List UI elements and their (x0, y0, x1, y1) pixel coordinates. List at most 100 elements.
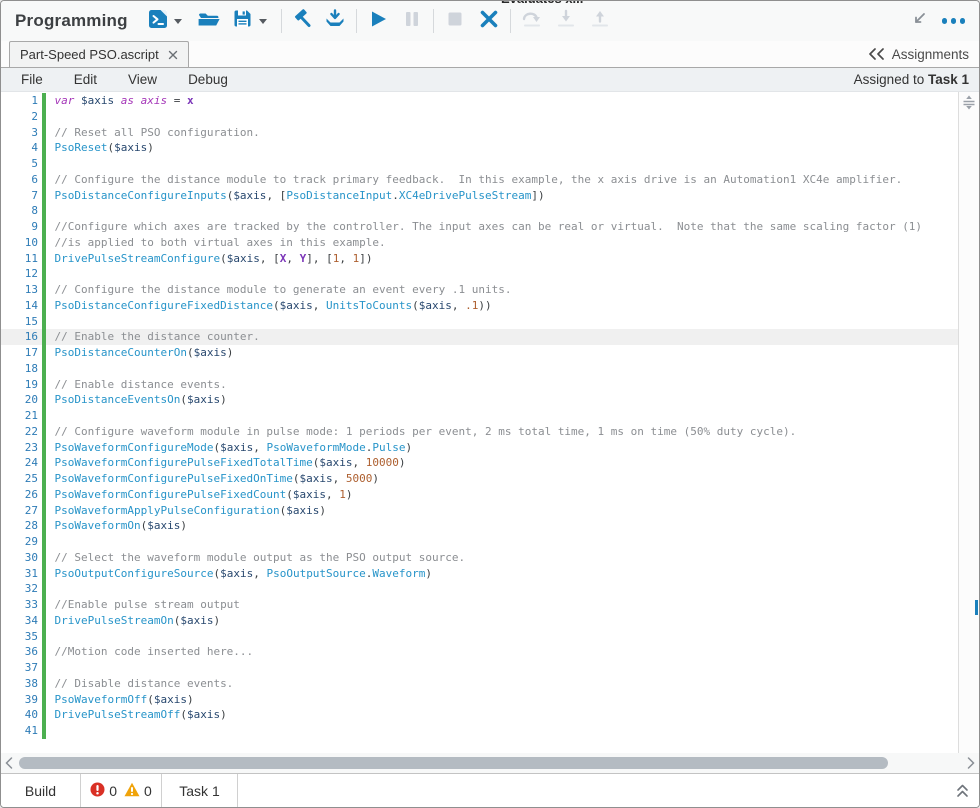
line-number[interactable]: 9 (1, 219, 42, 235)
line-number[interactable]: 23 (1, 440, 42, 456)
new-script-dropdown[interactable] (172, 6, 185, 36)
line-number[interactable]: 33 (1, 597, 42, 613)
code-line-4[interactable]: 4PsoReset($axis) (1, 140, 958, 156)
line-number[interactable]: 27 (1, 503, 42, 519)
code-line-35[interactable]: 35 (1, 629, 958, 645)
code-line-12[interactable]: 12 (1, 266, 958, 282)
line-number[interactable]: 34 (1, 613, 42, 629)
line-number[interactable]: 22 (1, 424, 42, 440)
assigned-task-indicator[interactable]: Assigned to Task 1 (854, 72, 969, 87)
compile-button[interactable] (289, 6, 317, 36)
code-line-7[interactable]: 7PsoDistanceConfigureInputs($axis, [PsoD… (1, 188, 958, 204)
line-number[interactable]: 15 (1, 314, 42, 330)
line-number[interactable]: 8 (1, 203, 42, 219)
line-number[interactable]: 19 (1, 377, 42, 393)
code-line-20[interactable]: 20PsoDistanceEventsOn($axis) (1, 392, 958, 408)
more-options-button[interactable] (942, 18, 966, 24)
line-number[interactable]: 18 (1, 361, 42, 377)
menu-item-view[interactable]: View (128, 72, 157, 87)
code-line-38[interactable]: 38// Disable distance events. (1, 676, 958, 692)
code-line-17[interactable]: 17PsoDistanceCounterOn($axis) (1, 345, 958, 361)
code-line-10[interactable]: 10//is applied to both virtual axes in t… (1, 235, 958, 251)
line-number[interactable]: 29 (1, 534, 42, 550)
step-over-button[interactable] (518, 6, 546, 36)
code-line-15[interactable]: 15 (1, 314, 958, 330)
line-number[interactable]: 2 (1, 109, 42, 125)
line-number[interactable]: 6 (1, 172, 42, 188)
code-line-36[interactable]: 36//Motion code inserted here... (1, 644, 958, 660)
pause-button[interactable] (398, 6, 426, 36)
line-number[interactable]: 37 (1, 660, 42, 676)
code-line-3[interactable]: 3// Reset all PSO configuration. (1, 125, 958, 141)
step-out-button[interactable] (586, 6, 614, 36)
code-line-32[interactable]: 32 (1, 581, 958, 597)
line-number[interactable]: 21 (1, 408, 42, 424)
code-line-24[interactable]: 24PsoWaveformConfigurePulseFixedTotalTim… (1, 455, 958, 471)
code-line-39[interactable]: 39PsoWaveformOff($axis) (1, 692, 958, 708)
open-file-button[interactable] (195, 6, 223, 36)
code-line-21[interactable]: 21 (1, 408, 958, 424)
code-line-19[interactable]: 19// Enable distance events. (1, 377, 958, 393)
code-line-13[interactable]: 13// Configure the distance module to ge… (1, 282, 958, 298)
editor-split-handle[interactable] (961, 94, 977, 116)
stop-button[interactable] (441, 6, 469, 36)
line-number[interactable]: 14 (1, 298, 42, 314)
code-line-25[interactable]: 25PsoWaveformConfigurePulseFixedOnTime($… (1, 471, 958, 487)
code-line-27[interactable]: 27PsoWaveformApplyPulseConfiguration($ax… (1, 503, 958, 519)
menu-item-edit[interactable]: Edit (74, 72, 97, 87)
tab-part-speed-pso[interactable]: Part-Speed PSO.ascript (9, 41, 189, 67)
code-line-6[interactable]: 6// Configure the distance module to tra… (1, 172, 958, 188)
assignments-panel-toggle[interactable]: Assignments (868, 41, 969, 67)
code-line-18[interactable]: 18 (1, 361, 958, 377)
line-number[interactable]: 10 (1, 235, 42, 251)
stop-task-button[interactable] (475, 6, 503, 36)
run-button[interactable] (364, 6, 392, 36)
code-line-11[interactable]: 11DrivePulseStreamConfigure($axis, [X, Y… (1, 251, 958, 267)
collapse-module-button[interactable] (910, 10, 928, 33)
code-line-1[interactable]: 1var $axis as axis = x (1, 93, 958, 109)
code-line-16[interactable]: 16// Enable the distance counter. (1, 329, 958, 345)
line-number[interactable]: 30 (1, 550, 42, 566)
vertical-scrollbar-track[interactable] (958, 92, 979, 753)
new-script-button[interactable] (144, 6, 172, 36)
code-line-14[interactable]: 14PsoDistanceConfigureFixedDistance($axi… (1, 298, 958, 314)
code-line-29[interactable]: 29 (1, 534, 958, 550)
line-number[interactable]: 38 (1, 676, 42, 692)
menu-item-file[interactable]: File (21, 72, 43, 87)
line-number[interactable]: 11 (1, 251, 42, 267)
line-number[interactable]: 39 (1, 692, 42, 708)
code-line-41[interactable]: 41 (1, 723, 958, 739)
line-number[interactable]: 25 (1, 471, 42, 487)
code-line-30[interactable]: 30// Select the waveform module output a… (1, 550, 958, 566)
line-number[interactable]: 1 (1, 93, 42, 109)
code-line-8[interactable]: 8 (1, 203, 958, 219)
line-number[interactable]: 36 (1, 644, 42, 660)
line-number[interactable]: 13 (1, 282, 42, 298)
code-line-26[interactable]: 26PsoWaveformConfigurePulseFixedCount($a… (1, 487, 958, 503)
code-line-34[interactable]: 34DrivePulseStreamOn($axis) (1, 613, 958, 629)
problems-indicator[interactable]: 0 0 (81, 774, 162, 808)
menu-item-debug[interactable]: Debug (188, 72, 228, 87)
line-number[interactable]: 5 (1, 156, 42, 172)
code-line-5[interactable]: 5 (1, 156, 958, 172)
code-line-9[interactable]: 9//Configure which axes are tracked by t… (1, 219, 958, 235)
line-number[interactable]: 17 (1, 345, 42, 361)
save-dropdown[interactable] (257, 6, 270, 36)
line-number[interactable]: 26 (1, 487, 42, 503)
line-number[interactable]: 40 (1, 707, 42, 723)
scroll-left-button[interactable] (1, 753, 17, 773)
line-number[interactable]: 35 (1, 629, 42, 645)
line-number[interactable]: 31 (1, 566, 42, 582)
expand-panel-button[interactable] (956, 774, 969, 808)
code-line-33[interactable]: 33//Enable pulse stream output (1, 597, 958, 613)
code-line-22[interactable]: 22// Configure waveform module in pulse … (1, 424, 958, 440)
build-panel-toggle[interactable]: Build (1, 774, 81, 808)
horizontal-scrollbar-thumb[interactable] (19, 757, 888, 769)
line-number[interactable]: 16 (1, 329, 42, 345)
line-number[interactable]: 32 (1, 581, 42, 597)
line-number[interactable]: 41 (1, 723, 42, 739)
line-number[interactable]: 3 (1, 125, 42, 141)
code-line-28[interactable]: 28PsoWaveformOn($axis) (1, 518, 958, 534)
save-button[interactable] (229, 6, 257, 36)
line-number[interactable]: 28 (1, 518, 42, 534)
